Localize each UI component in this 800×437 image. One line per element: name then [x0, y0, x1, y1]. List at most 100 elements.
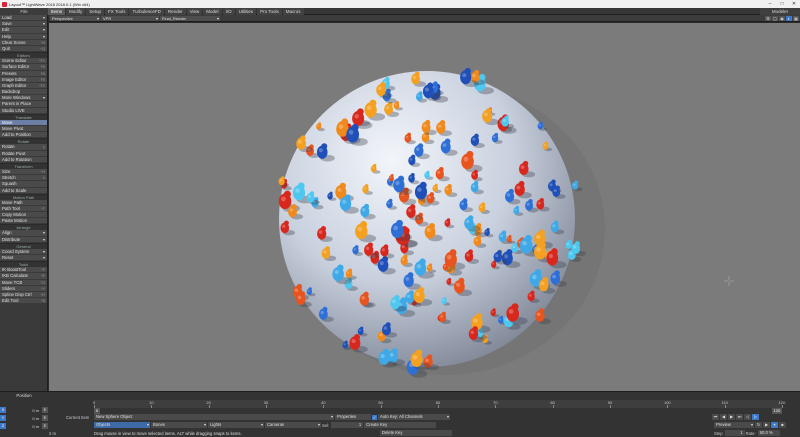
- sidebar-item-label: Edit: [2, 27, 10, 33]
- sidebar-item-edit-tool[interactable]: Edit Tool ^B: [0, 298, 47, 305]
- display-mode-select[interactable]: Final_Render: [160, 15, 220, 21]
- sphere-object[interactable]: [279, 71, 575, 367]
- sidebar-item-label: Stretch: [2, 175, 16, 181]
- layout-icon[interactable]: ▦: [793, 15, 799, 21]
- shortcut-label: ^B: [40, 299, 45, 304]
- step-forward-icon[interactable]: ▶: [728, 414, 735, 420]
- sidebar-item-label: Scene Editor: [2, 58, 27, 64]
- position-z-row: Z0 mE: [0, 423, 48, 429]
- sidebar-item-label: Quit: [2, 45, 10, 51]
- frame-tick: [438, 405, 439, 408]
- cameras-select[interactable]: Cameras: [265, 422, 321, 428]
- preview-select[interactable]: Preview: [714, 422, 754, 428]
- frame-slider[interactable]: 0 10 20 30 40 50 60 70 80 90 100 110 120: [93, 400, 785, 408]
- position-z-field[interactable]: 0 m: [6, 424, 42, 429]
- step-field[interactable]: 1: [724, 430, 745, 436]
- frame-tick: [266, 405, 267, 408]
- cursor-crosshair-icon: [724, 276, 734, 286]
- sidebar-item-label: Add to Rotation: [2, 156, 32, 162]
- create-key-button[interactable]: Create Key: [364, 422, 437, 428]
- auto-key-checkbox[interactable]: ✓: [372, 414, 377, 420]
- position-y-field[interactable]: 0 m: [6, 416, 42, 421]
- bones-select[interactable]: Bones: [151, 422, 207, 428]
- modeler-button[interactable]: Modeler: [760, 8, 800, 15]
- position-label: Position: [16, 393, 32, 398]
- minimize-button[interactable]: –: [764, 0, 776, 8]
- sidebar-item-label: Sliders: [2, 285, 16, 291]
- sidebar-item-reset[interactable]: Reset: [0, 255, 47, 262]
- tab-items[interactable]: Items: [48, 8, 66, 15]
- viewport-3d[interactable]: [49, 23, 800, 391]
- frame-tick: [323, 405, 325, 408]
- sidebar-item-add-to-position[interactable]: Add to Position: [0, 132, 47, 139]
- pause-icon[interactable]: ⏸: [771, 422, 778, 428]
- sidebar-item-label: Coord System: [2, 248, 30, 254]
- step-back-icon[interactable]: ◀: [720, 414, 727, 420]
- auto-key-select[interactable]: Auto Key: All Channels: [378, 414, 450, 420]
- delete-key-row: Delete Key: [380, 430, 453, 436]
- camera-icon[interactable]: ◐: [786, 15, 792, 21]
- frame-tick: [667, 405, 669, 408]
- play-icon[interactable]: ▷: [752, 414, 759, 420]
- tab-setup[interactable]: Setup: [86, 8, 105, 15]
- frame-tick: [552, 405, 554, 408]
- view-mode-select[interactable]: Perspective: [50, 15, 100, 21]
- properties-button[interactable]: Properties: [335, 414, 371, 420]
- envelope-button[interactable]: E: [42, 415, 48, 421]
- maximize-button[interactable]: □: [776, 0, 788, 8]
- sidebar-item-label: Image Editor: [2, 76, 27, 82]
- position-y-row: Y0 mE: [0, 415, 48, 421]
- sidebar-item-label: Move TCB: [2, 279, 23, 285]
- envelope-button[interactable]: E: [42, 407, 48, 413]
- tab-modify[interactable]: Modify: [66, 8, 86, 15]
- frame-tick: [724, 405, 726, 408]
- lights-select[interactable]: Lights: [208, 422, 264, 428]
- tab-macros[interactable]: Macros: [282, 8, 304, 15]
- tab-fx-tools[interactable]: FX Tools: [105, 8, 129, 15]
- sidebar-item-quit[interactable]: Quit ^Q: [0, 45, 47, 53]
- end-frame-field[interactable]: 120: [772, 408, 782, 414]
- tab-utilities[interactable]: Utilities: [235, 8, 257, 15]
- position-x-row: X0 mE: [0, 407, 48, 413]
- sidebar-item-paste-motion[interactable]: Paste Motion: [0, 218, 47, 225]
- window-titlebar: Layout™ LightWave 2018 2018.0.1 (Win x64…: [0, 0, 800, 8]
- position-x-field[interactable]: 0 m: [6, 408, 42, 413]
- sidebar-item-label: Studio LIVE: [2, 107, 25, 113]
- sidebar-item-add-to-scale[interactable]: Add to Scale: [0, 187, 47, 194]
- tab-pro-tools[interactable]: Pro Tools: [257, 8, 282, 15]
- go-to-start-icon[interactable]: ⏮: [712, 414, 719, 420]
- tab-turbulencefd[interactable]: TurbulenceFD: [129, 8, 164, 15]
- sidebar-item-add-to-rotation[interactable]: Add to Rotation: [0, 156, 47, 163]
- tab-render[interactable]: Render: [164, 8, 186, 15]
- play-reverse-icon[interactable]: ◁: [744, 414, 751, 420]
- tab-view[interactable]: View: [186, 8, 203, 15]
- frame-tick: [782, 405, 783, 408]
- rate-field[interactable]: 50.0 %: [757, 430, 780, 436]
- sidebar-item-label: Backdrop: [2, 89, 21, 95]
- frame-tick: [208, 405, 210, 408]
- lightwave-logo-icon: [2, 1, 7, 7]
- sidebar-item-label: IK BoostTool: [2, 267, 27, 273]
- eye-icon[interactable]: ◉: [779, 15, 785, 21]
- delete-key-button[interactable]: Delete Key: [380, 430, 452, 436]
- rendered-scene: [278, 67, 734, 378]
- go-to-end-icon[interactable]: ⏭: [736, 414, 743, 420]
- shortcut-label: ^Q: [40, 46, 45, 51]
- close-button[interactable]: ✕: [788, 0, 800, 8]
- play-forward-icon[interactable]: ▶: [763, 422, 770, 428]
- loop-icon[interactable]: ↻: [755, 422, 762, 428]
- sidebar-item-distribute[interactable]: Distribute: [0, 236, 47, 243]
- item-type-row: Objects Bones Lights Cameras Sel: 1 Crea…: [94, 422, 437, 428]
- envelope-button[interactable]: E: [42, 423, 48, 429]
- objects-select[interactable]: Objects: [94, 422, 150, 428]
- maximize-icon[interactable]: ▢: [772, 15, 778, 21]
- stop-icon[interactable]: ■: [779, 422, 786, 428]
- menu-tabs: Items Modify Setup FX Tools TurbulenceFD Rend…: [48, 8, 305, 15]
- current-item-select[interactable]: New Sphere Object: [94, 414, 334, 420]
- gear-icon[interactable]: ⚙: [765, 15, 771, 21]
- sidebar-item-label: Rotate: [2, 144, 15, 150]
- tab-model[interactable]: Model: [203, 8, 222, 15]
- render-mode-select[interactable]: VPR: [101, 15, 159, 21]
- sidebar-item-studio-live[interactable]: Studio LIVE: [0, 107, 47, 114]
- tab-i-o[interactable]: I/O: [222, 8, 235, 15]
